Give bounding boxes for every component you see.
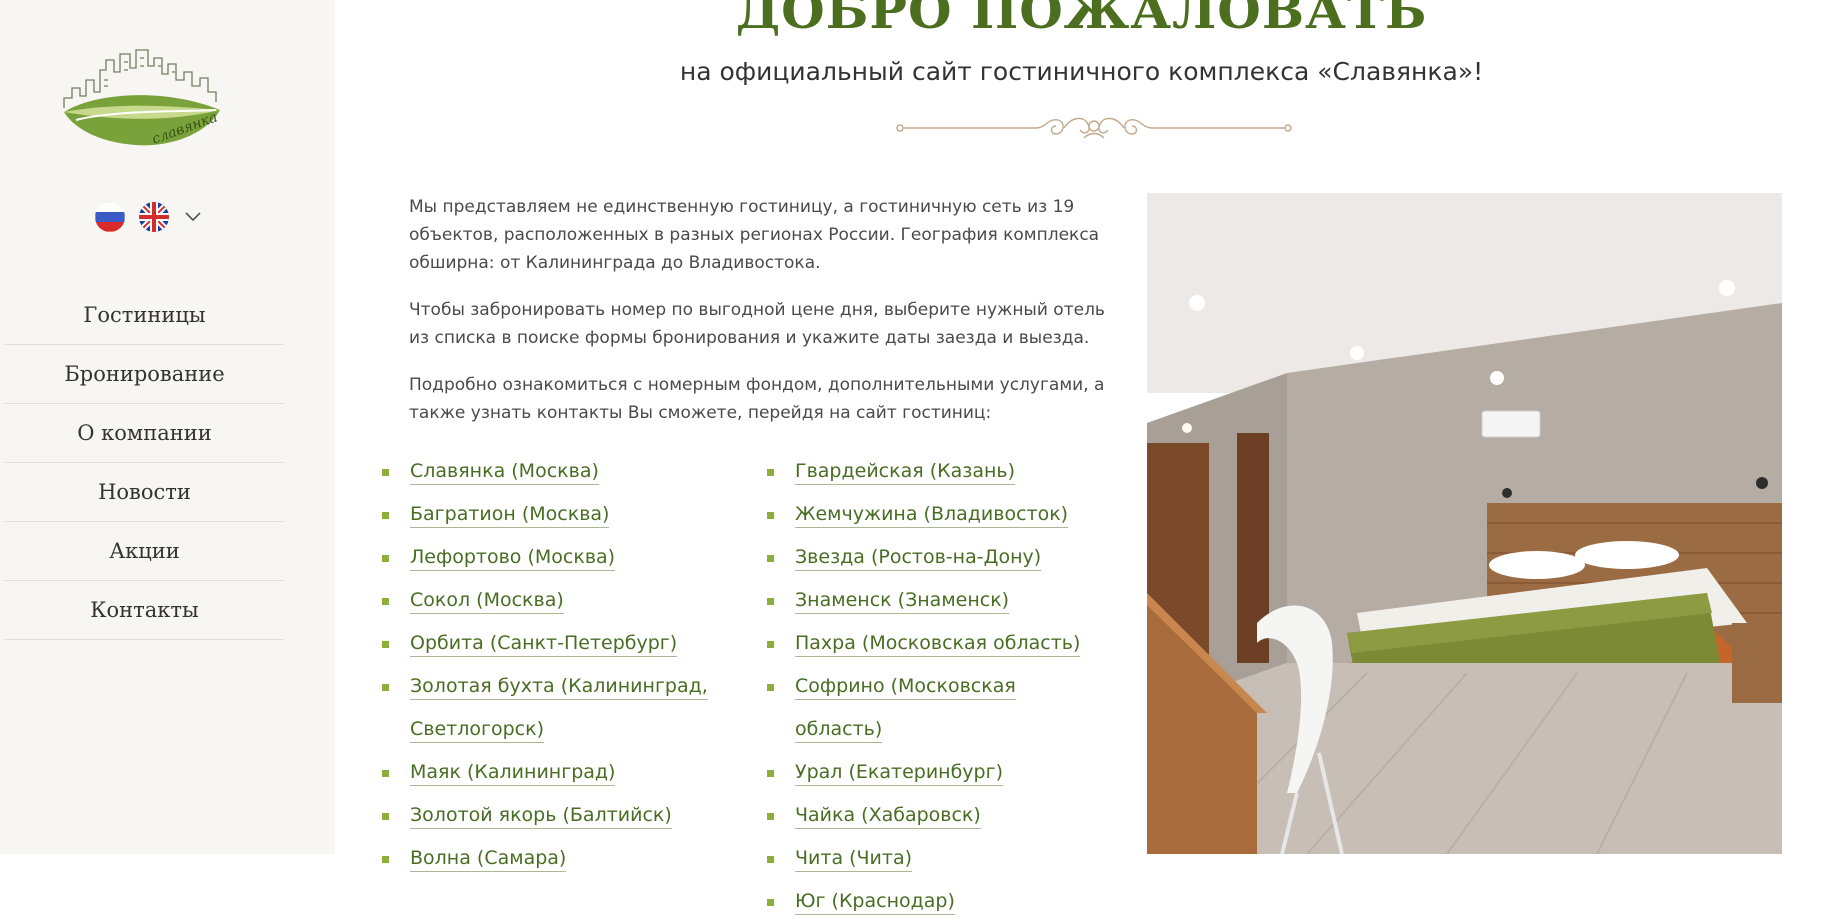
hotel-list-item: Маяк (Калининград) — [380, 751, 710, 794]
hotel-link[interactable]: Волна (Самара) — [410, 847, 567, 872]
hotel-link[interactable]: Знаменск (Знаменск) — [795, 589, 1010, 614]
page-subtitle: на официальный сайт гостиничного комплек… — [679, 57, 1484, 86]
hotel-link[interactable]: Звезда (Ростов-на-Дону) — [795, 546, 1042, 571]
hotel-list-item: Урал (Екатеринбург) — [765, 751, 1095, 794]
ornament-divider — [896, 117, 1292, 139]
hotel-list-right: Гвардейская (Казань) Жемчужина (Владивос… — [765, 450, 1095, 923]
hotel-link[interactable]: Маяк (Калининград) — [410, 761, 616, 786]
hotel-link[interactable]: Урал (Екатеринбург) — [795, 761, 1004, 786]
intro-paragraph: Мы представляем не единственную гостиниц… — [409, 197, 1100, 273]
menu-item-contacts[interactable]: Контакты — [5, 581, 284, 640]
hotel-link[interactable]: Гвардейская (Казань) — [795, 460, 1016, 485]
intro-paragraph: Чтобы забронировать номер по выгодной це… — [409, 300, 1105, 348]
hotel-link[interactable]: Жемчужина (Владивосток) — [795, 503, 1069, 528]
menu-item-hotels[interactable]: Гостиницы — [5, 286, 284, 345]
hotel-list-item: Сокол (Москва) — [380, 579, 710, 622]
hotel-list-item: Звезда (Ростов-на-Дону) — [765, 536, 1095, 579]
hotel-link[interactable]: Золотой якорь (Балтийск) — [410, 804, 672, 829]
hotel-list-item: Багратион (Москва) — [380, 493, 710, 536]
hotel-link[interactable]: Чайка (Хабаровск) — [795, 804, 981, 829]
hotel-list-left: Славянка (Москва) Багратион (Москва) Леф… — [380, 450, 710, 880]
hotel-room-photo — [1147, 193, 1782, 854]
hotel-list-item: Знаменск (Знаменск) — [765, 579, 1095, 622]
hotel-list-item: Волна (Самара) — [380, 837, 710, 880]
hotel-link[interactable]: Софрино (Московская область) — [795, 675, 1016, 743]
hotel-list-item: Чайка (Хабаровск) — [765, 794, 1095, 837]
hotel-link[interactable]: Чита (Чита) — [795, 847, 913, 872]
chevron-down-icon[interactable] — [185, 212, 201, 222]
page-title: ДОБРО ПОЖАЛОВАТЬ — [735, 0, 1428, 40]
hotel-link[interactable]: Золотая бухта (Калининград, Светлогорск) — [410, 675, 708, 743]
hotel-list-item: Жемчужина (Владивосток) — [765, 493, 1095, 536]
menu-item-about[interactable]: О компании — [5, 404, 284, 463]
hotel-list-item: Чита (Чита) — [765, 837, 1095, 880]
hotel-link[interactable]: Пахра (Московская область) — [795, 632, 1081, 657]
menu-item-promotions[interactable]: Акции — [5, 522, 284, 581]
hotel-link[interactable]: Орбита (Санкт-Петербург) — [410, 632, 678, 657]
intro-paragraph: Подробно ознакомиться с номерным фондом,… — [409, 375, 1105, 423]
hotel-link[interactable]: Сокол (Москва) — [410, 589, 564, 614]
hotel-list-item: Пахра (Московская область) — [765, 622, 1095, 665]
uk-flag-icon[interactable] — [139, 202, 169, 232]
hotel-list-item: Лефортово (Москва) — [380, 536, 710, 579]
hotel-list-item: Софрино (Московская область) — [765, 665, 1095, 751]
hotel-list-item: Юг (Краснодар) — [765, 880, 1095, 923]
hotel-list-item: Гвардейская (Казань) — [765, 450, 1095, 493]
logo[interactable]: славянка — [56, 40, 234, 155]
sidebar: славянка Гостиницы Бронирование О компан… — [0, 0, 335, 854]
menu-item-news[interactable]: Новости — [5, 463, 284, 522]
hotel-list-item: Золотая бухта (Калининград, Светлогорск) — [380, 665, 710, 751]
intro-text: Мы представляем не единственную гостиниц… — [409, 193, 1109, 446]
hotel-list-item: Орбита (Санкт-Петербург) — [380, 622, 710, 665]
hotel-list-item: Золотой якорь (Балтийск) — [380, 794, 710, 837]
hotel-list-item: Славянка (Москва) — [380, 450, 710, 493]
hotel-link[interactable]: Славянка (Москва) — [410, 460, 599, 485]
language-switcher[interactable] — [95, 202, 201, 232]
hotel-link[interactable]: Лефортово (Москва) — [410, 546, 616, 571]
main-menu: Гостиницы Бронирование О компании Новост… — [5, 286, 284, 640]
hotel-link[interactable]: Багратион (Москва) — [410, 503, 610, 528]
russian-flag-icon[interactable] — [95, 202, 125, 232]
menu-item-booking[interactable]: Бронирование — [5, 345, 284, 404]
hotel-link[interactable]: Юг (Краснодар) — [795, 890, 955, 915]
